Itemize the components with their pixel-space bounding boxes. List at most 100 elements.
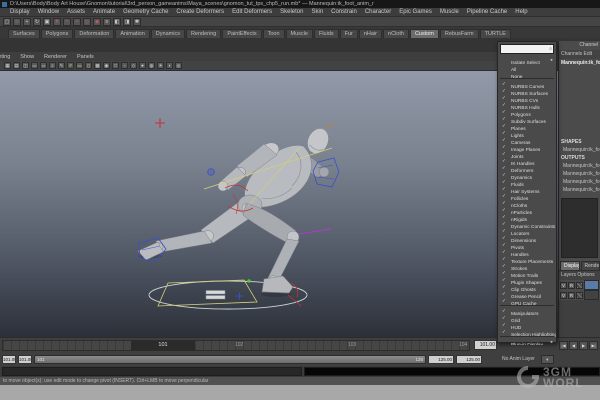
viewport-icon[interactable]: # xyxy=(67,62,74,69)
shelf-tab[interactable]: Fur xyxy=(340,29,358,38)
transport-button[interactable]: ◀ xyxy=(569,341,578,350)
range-slider-bar[interactable]: 101 125 xyxy=(34,355,426,364)
show-menu-item[interactable]: ✓ Isolate Select ▸ xyxy=(498,56,556,63)
show-menu-item[interactable]: ✓ Polygons ▸ xyxy=(498,108,556,115)
viewport-icon[interactable]: ▯ xyxy=(85,62,92,69)
show-menu-item[interactable]: ✓ GPU Cache ▸ xyxy=(498,297,556,304)
channel-box-menu-row[interactable]: Channels Edit xyxy=(559,50,600,59)
show-menu-item[interactable]: ✓ Image Planes ▸ xyxy=(498,143,556,150)
layer-color-swatch[interactable] xyxy=(576,282,583,289)
viewport-icon[interactable]: ⌕ xyxy=(49,62,56,69)
show-menu-item[interactable]: ✓ Subdiv Surfaces ▸ xyxy=(498,115,556,122)
shelf-tab[interactable]: RebusFarm xyxy=(440,29,479,38)
channel-box-object-name[interactable]: Mannequin:ik_foot_anim_r xyxy=(559,59,600,68)
show-menu-item[interactable]: ✓ Grid ▸ xyxy=(498,314,556,321)
viewport-canvas[interactable] xyxy=(0,71,558,337)
show-menu-item[interactable]: ✓ nRigids ▸ xyxy=(498,213,556,220)
show-menu-item[interactable]: ✓ Dimensions ▸ xyxy=(498,234,556,241)
render-icon[interactable]: ◧ xyxy=(113,18,121,26)
show-menu-item[interactable]: ✓ Strokes ▸ xyxy=(498,262,556,269)
shelf-tab[interactable]: Deformation xyxy=(74,29,114,38)
viewport-icon[interactable]: ▩ xyxy=(94,62,101,69)
menu-item[interactable]: Animate xyxy=(89,8,119,17)
time-slider[interactable]: 101 102 103 104 xyxy=(2,340,470,351)
playback-end-field[interactable]: 125.00 xyxy=(428,355,454,364)
mannequin[interactable] xyxy=(138,125,333,293)
show-menu-search-input[interactable]: ⌕ xyxy=(500,44,554,54)
snap-plane-icon[interactable]: ◇ xyxy=(83,18,91,26)
output-node-row[interactable]: Mannequin:ik_foot_anim_r3 xyxy=(559,178,600,186)
channel-box-attribute-area[interactable] xyxy=(559,68,600,138)
show-menu-item[interactable]: ✓ Clip Ghosts ▸ xyxy=(498,283,556,290)
shelf-tab[interactable]: Polygons xyxy=(41,29,74,38)
viewport-icon[interactable]: ▫ xyxy=(121,62,128,69)
shelf-tab[interactable]: Dynamics xyxy=(151,29,185,38)
shelf-tab[interactable]: Toon xyxy=(263,29,285,38)
playback-start-field[interactable]: 101.00 xyxy=(18,355,32,364)
shelf-tab[interactable]: Fluids xyxy=(314,29,339,38)
show-menu-item[interactable]: ✓ Selection Highlighting ▸ xyxy=(498,328,556,335)
layer-editor-menu-row[interactable]: Layers Options xyxy=(559,270,600,280)
show-menu-item[interactable]: ✓ NURBS Curves ▸ xyxy=(498,80,556,87)
viewport-icon[interactable]: ◉ xyxy=(103,62,110,69)
command-line-input[interactable] xyxy=(2,367,302,376)
viewport-icon[interactable]: ◎ xyxy=(175,62,182,69)
show-menu-item[interactable]: ✓ Planes ▸ xyxy=(498,122,556,129)
show-menu-item[interactable]: ✓ Dynamic Constraints ▸ xyxy=(498,220,556,227)
current-time-field[interactable]: 101.00 xyxy=(474,340,497,350)
show-menu-item[interactable]: ✓ Dynamics ▸ xyxy=(498,171,556,178)
menu-item[interactable]: Help xyxy=(511,8,531,17)
animation-end-field[interactable]: 125.00 xyxy=(456,355,482,364)
transport-button[interactable]: ▶| xyxy=(589,341,598,350)
show-menu-item[interactable]: ✓ None ▸ xyxy=(498,70,556,77)
show-menu-item[interactable]: ✓ nParticles ▸ xyxy=(498,206,556,213)
layer-visibility-toggle[interactable]: V xyxy=(560,282,567,289)
show-menu-item[interactable]: ✓ Follicles ▸ xyxy=(498,192,556,199)
output-node-row[interactable]: Mannequin:ik_foot_anim_r4 xyxy=(559,186,600,194)
layer-editor-tab[interactable]: Display xyxy=(560,261,580,270)
show-menu-item[interactable]: ✓ Texture Placements ▸ xyxy=(498,255,556,262)
move-tool-icon[interactable]: + xyxy=(23,18,31,26)
shelf-tab[interactable]: Custom xyxy=(410,29,439,38)
menu-item[interactable]: Edit Deformers xyxy=(228,8,276,17)
menu-item[interactable]: Muscle xyxy=(436,8,463,17)
shelf-tab[interactable]: Surfaces xyxy=(8,29,40,38)
show-menu-item[interactable]: ✓ Plug-in Display ▸ xyxy=(498,338,556,345)
menu-item[interactable]: Create Deformers xyxy=(172,8,228,17)
show-menu-item[interactable]: ✓ Lights ▸ xyxy=(498,129,556,136)
show-menu-item[interactable]: ✓ Manipulators ▸ xyxy=(498,307,556,314)
viewport-icon[interactable]: ▭ xyxy=(76,62,83,69)
show-menu-item[interactable]: ✓ All ▸ xyxy=(498,63,556,70)
lasso-tool-icon[interactable]: ◌ xyxy=(13,18,21,26)
viewport-icon[interactable]: ▦ xyxy=(4,62,11,69)
layer-playback-toggle[interactable]: R xyxy=(568,282,575,289)
show-menu-item[interactable]: ✓ Cameras ▸ xyxy=(498,136,556,143)
menu-item[interactable]: Assets xyxy=(63,8,89,17)
output-node-row[interactable]: Mannequin:ik_foot_anim_r1 xyxy=(559,162,600,170)
show-menu-item[interactable]: ✓ Joints ▸ xyxy=(498,150,556,157)
show-menu-item[interactable]: ✓ Fluids ▸ xyxy=(498,178,556,185)
viewport-icon[interactable]: ✎ xyxy=(58,62,65,69)
shelf-tab[interactable]: TURTLE xyxy=(480,29,511,38)
snap-curve-icon[interactable]: ~ xyxy=(63,18,71,26)
transport-button[interactable]: |◀ xyxy=(559,341,568,350)
current-frame-block[interactable]: 101 xyxy=(131,341,195,350)
shelf-tab[interactable]: Animation xyxy=(115,29,149,38)
layer-color-swatch[interactable] xyxy=(576,292,583,299)
layer-name-field[interactable] xyxy=(584,280,599,290)
show-menu-item[interactable]: ✓ Motion Trails ▸ xyxy=(498,269,556,276)
history-icon[interactable]: ≡ xyxy=(103,18,111,26)
viewport-icon[interactable]: ▤ xyxy=(13,62,20,69)
viewport-icon[interactable]: ● xyxy=(139,62,146,69)
viewport-menu-item[interactable]: Panels xyxy=(72,54,99,60)
menu-item[interactable]: Display xyxy=(6,8,34,17)
menu-item[interactable]: Constrain xyxy=(327,8,361,17)
viewport-icon[interactable]: ▭ xyxy=(31,62,38,69)
menu-item[interactable]: Skin xyxy=(307,8,327,17)
show-menu-item[interactable]: ✓ HUD ▸ xyxy=(498,321,556,328)
render-settings-icon[interactable]: ✱ xyxy=(133,18,141,26)
select-tool-icon[interactable]: ▢ xyxy=(3,18,11,26)
rotate-tool-icon[interactable]: ↻ xyxy=(33,18,41,26)
viewport-icon[interactable]: ◍ xyxy=(148,62,155,69)
show-menu-item[interactable]: ✓ IK Handles ▸ xyxy=(498,157,556,164)
